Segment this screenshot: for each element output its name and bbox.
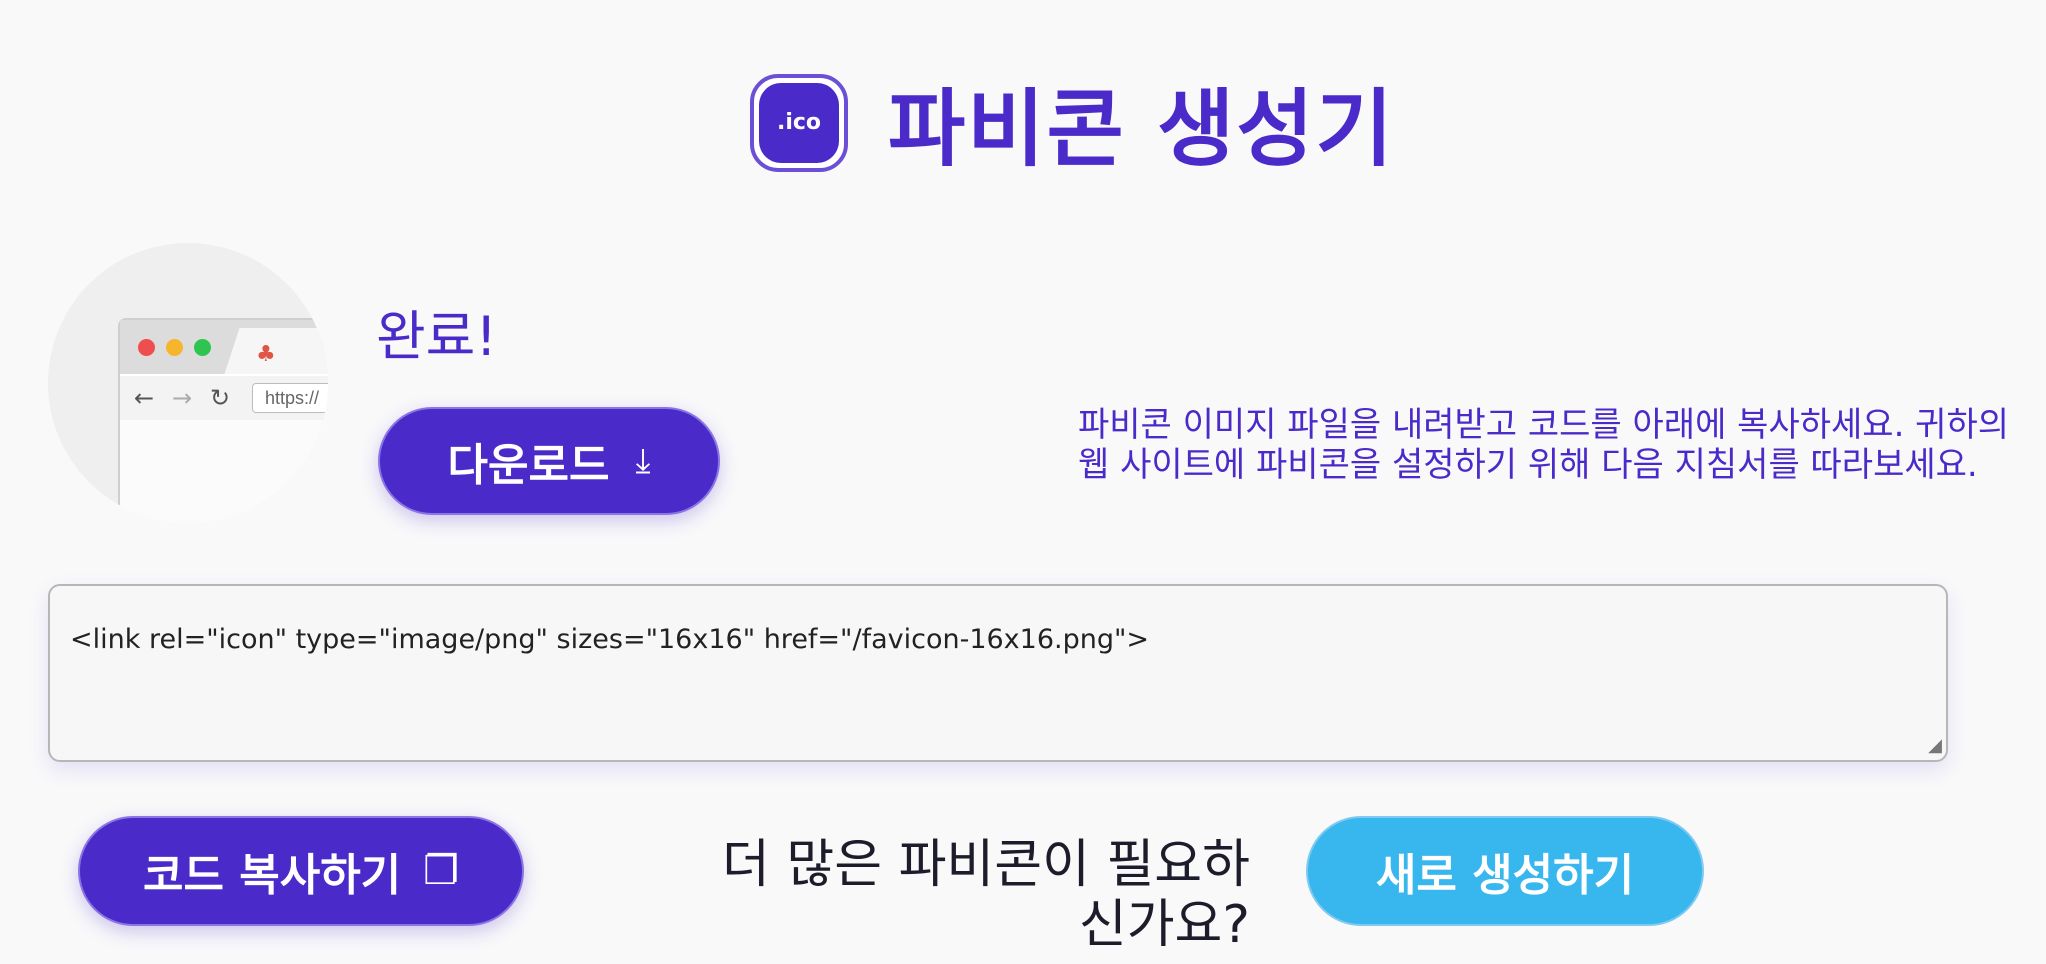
minimize-dot-icon — [166, 339, 183, 356]
browser-body — [120, 420, 328, 523]
browser-window-illustration: ♣ ← → ↻ https:// — [118, 318, 328, 523]
browser-titlebar: ♣ — [120, 320, 328, 374]
create-new-button[interactable]: 새로 생성하기 — [1306, 816, 1704, 926]
download-button-label: 다운로드 — [447, 440, 610, 491]
code-textarea[interactable]: <link rel="icon" type="image/png" sizes=… — [48, 584, 1948, 762]
address-bar: https:// — [252, 383, 328, 413]
browser-preview: ♣ ← → ↻ https:// — [48, 243, 328, 523]
favicon-cubes-icon: ♣ — [256, 342, 276, 367]
reload-icon: ↻ — [210, 384, 231, 412]
copy-code-button[interactable]: 코드 복사하기 ❐ — [78, 816, 524, 926]
page-title: 파비콘 생성기 — [888, 80, 1395, 178]
create-new-label: 새로 생성하기 — [1375, 850, 1635, 901]
code-text: <link rel="icon" type="image/png" sizes=… — [70, 624, 1150, 655]
more-favicons-prompt: 더 많은 파비콘이 필요하신가요? — [722, 835, 1250, 955]
copy-icon: ❐ — [423, 848, 460, 894]
close-dot-icon — [138, 339, 155, 356]
browser-tab — [224, 328, 328, 374]
complete-heading: 완료! — [376, 305, 498, 368]
copy-code-label: 코드 복사하기 — [142, 850, 402, 901]
maximize-dot-icon — [194, 339, 211, 356]
download-button[interactable]: 다운로드 ⤓ — [378, 407, 720, 515]
resize-handle-icon[interactable]: ◢ — [1928, 735, 1942, 756]
browser-toolbar: ← → ↻ https:// — [120, 376, 328, 421]
ico-logo: .ico — [750, 73, 848, 172]
forward-arrow-icon: → — [172, 384, 193, 412]
app-header: .ico 파비콘 생성기 — [750, 62, 1395, 183]
ico-logo-icon: .ico — [759, 82, 839, 163]
instructions-text: 파비콘 이미지 파일을 내려받고 코드를 아래에 복사하세요. 귀하의 웹 사이… — [1078, 405, 2010, 485]
back-arrow-icon: ← — [134, 384, 155, 412]
download-icon: ⤓ — [635, 441, 651, 481]
